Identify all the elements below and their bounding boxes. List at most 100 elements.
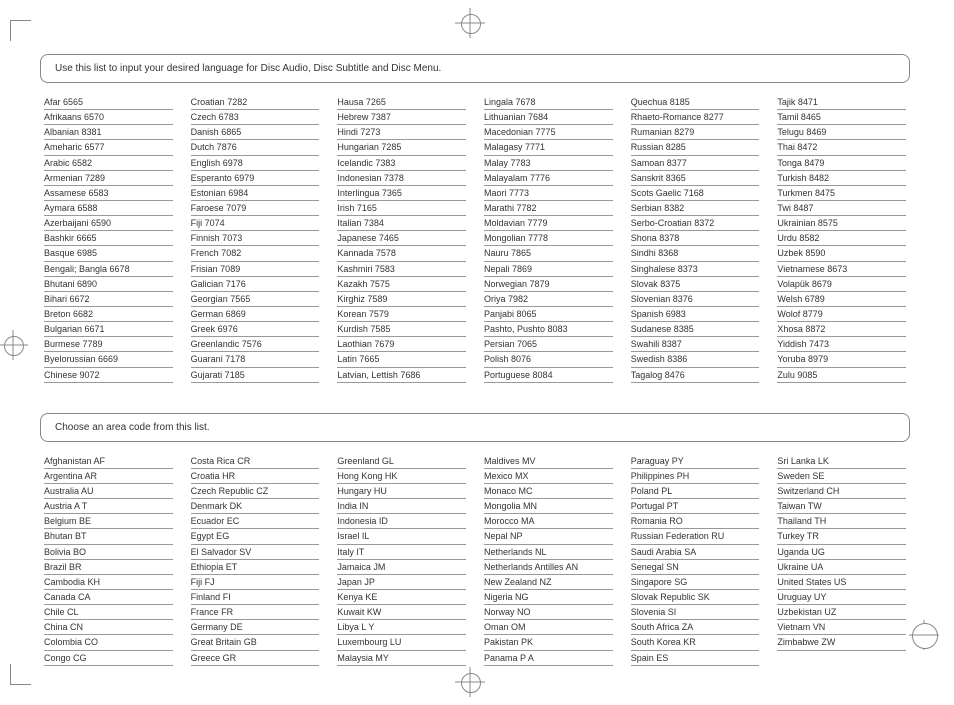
language-entry: Danish 6865 [191, 126, 242, 138]
area-entry: Switzerland CH [777, 485, 839, 497]
table-row: Ukrainian 8575 [777, 216, 906, 231]
table-row: Netherlands NL [484, 545, 613, 560]
table-row: Germany DE [191, 620, 320, 635]
language-entry: Irish 7165 [337, 202, 377, 214]
table-row: Ameharic 6577 [44, 140, 173, 155]
area-entry: Ethiopia ET [191, 561, 238, 573]
table-row: Thailand TH [777, 514, 906, 529]
table-row: Dutch 7876 [191, 140, 320, 155]
area-entry: Uzbekistan UZ [777, 606, 836, 618]
language-entry: Malagasy 7771 [484, 141, 545, 153]
area-entry: Croatia HR [191, 470, 236, 482]
table-row: Urdu 8582 [777, 231, 906, 246]
area-entry: Costa Rica CR [191, 455, 251, 467]
table-row: Belgium BE [44, 514, 173, 529]
table-row: Shona 8378 [631, 231, 760, 246]
table-row: Hungarian 7285 [337, 140, 466, 155]
area-entry: Saudi Arabia SA [631, 546, 697, 558]
area-entry: Ukraine UA [777, 561, 823, 573]
area-entry: India IN [337, 500, 368, 512]
table-row: Yoruba 8979 [777, 352, 906, 367]
table-row: India IN [337, 499, 466, 514]
table-row: Vietnam VN [777, 620, 906, 635]
language-entry: Laothian 7679 [337, 338, 394, 350]
language-entry: Basque 6985 [44, 247, 97, 259]
language-entry: Slovenian 8376 [631, 293, 693, 305]
area-entry: Romania RO [631, 515, 683, 527]
table-row: Sanskrit 8365 [631, 171, 760, 186]
table-row: Indonesian 7378 [337, 171, 466, 186]
table-row: Albanian 8381 [44, 125, 173, 140]
area-entry: Cambodia KH [44, 576, 100, 588]
table-row: Slovak 8375 [631, 277, 760, 292]
table-row: Croatian 7282 [191, 95, 320, 110]
table-row: Xhosa 8872 [777, 322, 906, 337]
area-entry: Senegal SN [631, 561, 679, 573]
table-row: Polish 8076 [484, 352, 613, 367]
table-row: Thai 8472 [777, 140, 906, 155]
language-entry: Marathi 7782 [484, 202, 537, 214]
area-entry: Colombia CO [44, 636, 98, 648]
table-row: Argentina AR [44, 469, 173, 484]
table-column: Maldives MVMexico MXMonaco MCMongolia MN… [484, 454, 613, 666]
table-row: Spain ES [631, 651, 760, 666]
table-row: Zulu 9085 [777, 368, 906, 383]
area-entry: Italy IT [337, 546, 364, 558]
language-entry: Azerbaijani 6590 [44, 217, 111, 229]
language-entry: Malayalam 7776 [484, 172, 550, 184]
area-entry: Russian Federation RU [631, 530, 725, 542]
language-entry: German 6869 [191, 308, 246, 320]
table-row: Esperanto 6979 [191, 171, 320, 186]
table-row: Greenlandic 7576 [191, 337, 320, 352]
area-entry: Netherlands NL [484, 546, 547, 558]
table-row: Russian Federation RU [631, 529, 760, 544]
area-entry: Finland FI [191, 591, 231, 603]
table-row: Georgian 7565 [191, 292, 320, 307]
area-entry: Chile CL [44, 606, 79, 618]
table-row: Portugal PT [631, 499, 760, 514]
table-row: Austria A T [44, 499, 173, 514]
table-row: Icelandic 7383 [337, 156, 466, 171]
table-row: Armenian 7289 [44, 171, 173, 186]
table-row: Brazil BR [44, 560, 173, 575]
table-row: Assamese 6583 [44, 186, 173, 201]
language-entry: Kannada 7578 [337, 247, 396, 259]
table-row: Bashkir 6665 [44, 231, 173, 246]
table-row: Uganda UG [777, 545, 906, 560]
area-entry: Jamaica JM [337, 561, 385, 573]
table-row: Ukraine UA [777, 560, 906, 575]
table-row: Canada CA [44, 590, 173, 605]
area-entry: Greece GR [191, 652, 237, 664]
area-entry: Israel IL [337, 530, 369, 542]
language-entry: Breton 6682 [44, 308, 93, 320]
area-entry: Sri Lanka LK [777, 455, 829, 467]
language-entry: Kurdish 7585 [337, 323, 390, 335]
language-entry: Interlingua 7365 [337, 187, 402, 199]
language-entry: Byelorussian 6669 [44, 353, 118, 365]
table-row: Lingala 7678 [484, 95, 613, 110]
table-row: Bolivia BO [44, 545, 173, 560]
table-row: United States US [777, 575, 906, 590]
table-row: Macedonian 7775 [484, 125, 613, 140]
language-entry: Tajik 8471 [777, 96, 818, 108]
language-entry: Nauru 7865 [484, 247, 531, 259]
table-row: Paraguay PY [631, 454, 760, 469]
area-entry: Vietnam VN [777, 621, 825, 633]
language-code-table: Afar 6565Afrikaans 6570Albanian 8381Ameh… [40, 95, 910, 383]
language-entry: Thai 8472 [777, 141, 817, 153]
area-entry: Thailand TH [777, 515, 826, 527]
language-entry: Bashkir 6665 [44, 232, 97, 244]
table-row: China CN [44, 620, 173, 635]
language-entry: Uzbek 8590 [777, 247, 825, 259]
language-entry: Fiji 7074 [191, 217, 225, 229]
table-row: Croatia HR [191, 469, 320, 484]
table-row: Maldives MV [484, 454, 613, 469]
table-row: Philippines PH [631, 469, 760, 484]
table-row: Poland PL [631, 484, 760, 499]
table-row: Bhutani 6890 [44, 277, 173, 292]
language-code-section: Use this list to input your desired lang… [40, 54, 910, 383]
table-row: El Salvador SV [191, 545, 320, 560]
area-entry: Japan JP [337, 576, 375, 588]
table-row: English 6978 [191, 156, 320, 171]
area-entry: Argentina AR [44, 470, 97, 482]
